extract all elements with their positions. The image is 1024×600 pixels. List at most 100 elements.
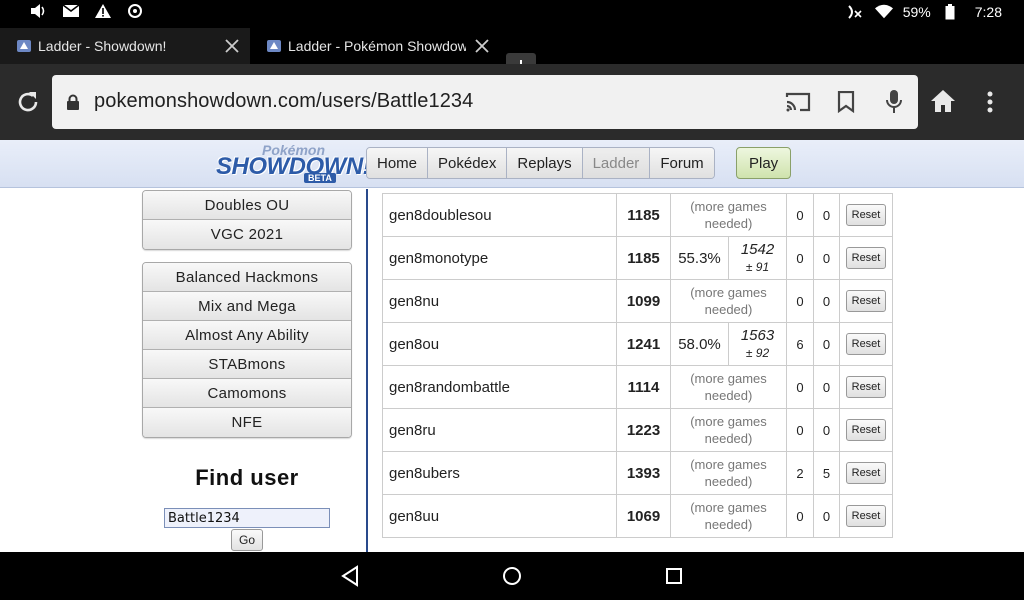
nav-ladder[interactable]: Ladder bbox=[582, 148, 651, 178]
tab-label: Ladder - Showdown! bbox=[38, 38, 167, 54]
close-tab-icon[interactable] bbox=[472, 36, 492, 56]
ladder-format: gen8monotype bbox=[382, 236, 617, 280]
reset-button[interactable]: Reset bbox=[846, 419, 886, 441]
tab-ladder-showdown[interactable]: Ladder - Showdown! bbox=[0, 28, 250, 64]
status-bar: 59% 7:28 bbox=[0, 0, 1024, 24]
nav-pokedex[interactable]: Pokédex bbox=[428, 148, 508, 178]
glicko-deviation: ± 92 bbox=[745, 345, 770, 360]
format-group-other: Balanced Hackmons Mix and Mega Almost An… bbox=[142, 262, 352, 438]
web-page: Pokémon SHOWDOWN! BETA Home Pokédex Repl… bbox=[0, 140, 1024, 552]
reset-button[interactable]: Reset bbox=[846, 204, 886, 226]
battery-icon bbox=[941, 4, 959, 20]
ladder-elo: 1185 bbox=[616, 193, 671, 237]
bookmark-icon[interactable] bbox=[832, 88, 860, 116]
ladder-reset-cell: Reset bbox=[839, 236, 893, 280]
ladder-elo: 1241 bbox=[616, 322, 671, 366]
play-button[interactable]: Play bbox=[736, 147, 792, 179]
find-user-heading: Find user bbox=[195, 465, 299, 490]
back-icon[interactable] bbox=[338, 564, 362, 588]
ladder-wins: 0 bbox=[786, 193, 814, 237]
reset-button[interactable]: Reset bbox=[846, 290, 886, 312]
reset-button[interactable]: Reset bbox=[846, 376, 886, 398]
ladder-more-games-needed: (more games needed) bbox=[670, 451, 787, 495]
ladder-row: gen8monotype 1185 55.3% 1542 ± 91 0 0 Reset bbox=[382, 236, 893, 280]
url-text[interactable]: pokemonshowdown.com/users/Battle1234 bbox=[94, 90, 473, 113]
home-icon[interactable] bbox=[930, 88, 958, 116]
ladder-table: gen8doublesou 1185 (more games needed) 0 0 Re… bbox=[382, 193, 893, 538]
ladder-reset-cell: Reset bbox=[839, 279, 893, 323]
ladder-losses: 0 bbox=[813, 236, 840, 280]
ladder-losses: 0 bbox=[813, 279, 840, 323]
reset-button[interactable]: Reset bbox=[846, 247, 886, 269]
mail-icon bbox=[62, 3, 80, 19]
ladder-elo: 1223 bbox=[616, 408, 671, 452]
close-tab-icon[interactable] bbox=[222, 36, 242, 56]
ladder-row: gen8nu 1099 (more games needed) 0 0 Reset bbox=[382, 279, 893, 323]
ladder-wins: 6 bbox=[786, 322, 814, 366]
ladder-losses: 0 bbox=[813, 193, 840, 237]
ladder-row: gen8ubers 1393 (more games needed) 2 5 Reset bbox=[382, 451, 893, 495]
ladder-more-games-needed: (more games needed) bbox=[670, 365, 787, 409]
ladder-format: gen8ubers bbox=[382, 451, 617, 495]
ladder-wins: 0 bbox=[786, 365, 814, 409]
ladder-glicko: 1542 ± 91 bbox=[728, 236, 787, 280]
recents-icon[interactable] bbox=[662, 564, 686, 588]
nav-forum[interactable]: Forum bbox=[650, 148, 714, 178]
system-nav-bar bbox=[0, 552, 1024, 600]
reload-icon[interactable] bbox=[14, 88, 42, 116]
ladder-gxe: 58.0% bbox=[670, 322, 729, 366]
sync-icon bbox=[126, 3, 144, 19]
format-button-vgc-2021[interactable]: VGC 2021 bbox=[143, 220, 351, 249]
ladder-row: gen8ou 1241 58.0% 1563 ± 92 6 0 Reset bbox=[382, 322, 893, 366]
format-sidebar: Doubles OU VGC 2021 Balanced Hackmons Mi… bbox=[0, 189, 366, 552]
ladder-reset-cell: Reset bbox=[839, 193, 893, 237]
nav-home[interactable]: Home bbox=[367, 148, 429, 178]
format-button-nfe[interactable]: NFE bbox=[143, 408, 351, 437]
content-divider bbox=[366, 189, 368, 552]
microphone-icon[interactable] bbox=[880, 88, 908, 116]
tab-label: Ladder - Pokémon Showdown bbox=[288, 38, 466, 54]
find-user-input[interactable] bbox=[164, 508, 330, 528]
format-button-balanced-hackmons[interactable]: Balanced Hackmons bbox=[143, 263, 351, 292]
ladder-row: gen8randombattle 1114 (more games needed) 0… bbox=[382, 365, 893, 409]
format-button-camomons[interactable]: Camomons bbox=[143, 379, 351, 408]
showdown-favicon-icon bbox=[266, 38, 282, 54]
format-button-mix-and-mega[interactable]: Mix and Mega bbox=[143, 292, 351, 321]
glicko-rating: 1563 bbox=[740, 326, 775, 344]
nav-replays[interactable]: Replays bbox=[507, 148, 583, 178]
format-button-doubles-ou[interactable]: Doubles OU bbox=[143, 191, 351, 220]
site-nav: Home Pokédex Replays Ladder Forum bbox=[366, 147, 715, 179]
home-circle-icon[interactable] bbox=[500, 564, 524, 588]
ladder-format: gen8uu bbox=[382, 494, 617, 538]
format-button-almost-any-ability[interactable]: Almost Any Ability bbox=[143, 321, 351, 350]
reset-button[interactable]: Reset bbox=[846, 462, 886, 484]
glicko-rating: 1542 bbox=[740, 240, 775, 258]
ladder-wins: 0 bbox=[786, 236, 814, 280]
no-signal-icon bbox=[847, 4, 865, 20]
overflow-menu-icon[interactable] bbox=[980, 88, 1000, 116]
url-bar[interactable]: pokemonshowdown.com/users/Battle1234 bbox=[52, 75, 918, 129]
ladder-format: gen8ou bbox=[382, 322, 617, 366]
site-header: Pokémon SHOWDOWN! BETA Home Pokédex Repl… bbox=[0, 140, 1024, 188]
ladder-format: gen8doublesou bbox=[382, 193, 617, 237]
go-button[interactable]: Go bbox=[231, 529, 263, 551]
ladder-losses: 0 bbox=[813, 365, 840, 409]
ladder-losses: 0 bbox=[813, 408, 840, 452]
ladder-gxe: 55.3% bbox=[670, 236, 729, 280]
ladder-reset-cell: Reset bbox=[839, 494, 893, 538]
reset-button[interactable]: Reset bbox=[846, 333, 886, 355]
format-button-stabmons[interactable]: STABmons bbox=[143, 350, 351, 379]
ladder-table-body: gen8doublesou 1185 (more games needed) 0 0 Re… bbox=[382, 193, 893, 538]
tab-strip: Ladder - Showdown! Ladder - Pokémon Show… bbox=[0, 24, 1024, 81]
tab-ladder-pokemon-showdown[interactable]: Ladder - Pokémon Showdown bbox=[250, 28, 492, 64]
ladder-elo: 1069 bbox=[616, 494, 671, 538]
showdown-favicon-icon bbox=[16, 38, 32, 54]
ladder-more-games-needed: (more games needed) bbox=[670, 494, 787, 538]
reset-button[interactable]: Reset bbox=[846, 505, 886, 527]
cast-icon[interactable] bbox=[784, 88, 812, 116]
ladder-reset-cell: Reset bbox=[839, 408, 893, 452]
ladder-wins: 0 bbox=[786, 408, 814, 452]
ladder-elo: 1393 bbox=[616, 451, 671, 495]
glicko-deviation: ± 91 bbox=[745, 259, 770, 274]
showdown-logo[interactable]: Pokémon SHOWDOWN! BETA bbox=[216, 142, 371, 186]
